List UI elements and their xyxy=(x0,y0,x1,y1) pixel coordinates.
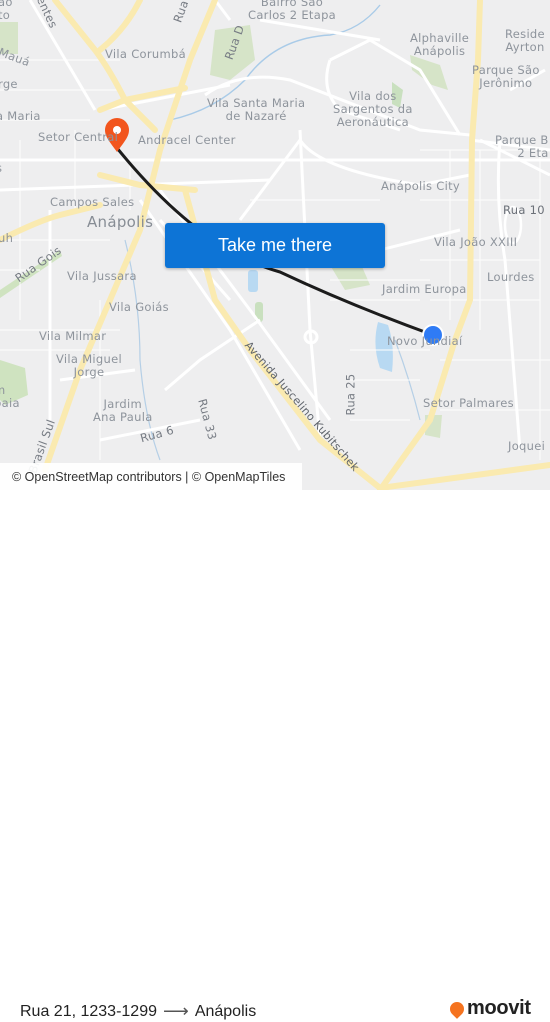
label-rua-10: Rua 10 xyxy=(503,203,545,217)
brand-name: moovit xyxy=(467,997,531,1019)
label-campos-sales: Campos Sales xyxy=(50,195,135,209)
moovit-logo[interactable]: moovit xyxy=(447,997,531,1020)
label-vila-santa-maria-nazare: Vila Santa Maria de Nazaré xyxy=(207,96,306,123)
label-vila-goias: Vila Goiás xyxy=(109,300,169,314)
pond xyxy=(248,270,258,292)
label-jardim-europa: Jardim Europa xyxy=(382,282,467,296)
origin-label: Rua 21, 1233-1299 xyxy=(20,1002,157,1020)
label-andracel-center: Andracel Center xyxy=(138,133,236,147)
label-anapolis-city: Anápolis City xyxy=(381,179,461,193)
street-rua-25: Rua 25 xyxy=(343,373,358,416)
label-setor-palmares: Setor Palmares xyxy=(423,396,514,410)
label-novo-jundiai: Novo Jundiaí xyxy=(387,334,463,348)
label-m-baia: mbaia xyxy=(0,384,20,410)
label-alphaville: Alphaville Anápolis xyxy=(410,31,470,58)
label-vila-milmar: Vila Milmar xyxy=(39,329,107,343)
label-vila-corumba: Vila Corumbá xyxy=(105,47,186,61)
label-residencial-ayrton: Reside Ayrton xyxy=(505,27,545,54)
arrow-right-icon: ⟶ xyxy=(163,1001,189,1021)
label-vila-jussara: Vila Jussara xyxy=(67,269,137,283)
label-vila-sargentos: Vila dos Sargentos da Aeronáutica xyxy=(333,89,413,129)
label-uh: uh xyxy=(0,231,14,245)
label-jardim-ana-paula: Jardim Ana Paula xyxy=(93,397,153,424)
take-me-there-button[interactable]: Take me there xyxy=(165,223,385,268)
label-bairro-sao-carlos: Bairro São Carlos 2 Etapa xyxy=(248,0,337,22)
label-joquei: Joquei xyxy=(508,439,546,453)
route-summary: Rua 21, 1233-1299 ⟶ Anápolis xyxy=(20,1001,256,1022)
label-setor-central: Setor Central xyxy=(38,130,119,144)
label-ao-to: ão to xyxy=(0,0,13,22)
label-lourdes: Lourdes xyxy=(487,270,535,284)
moovit-pin-icon xyxy=(447,998,467,1019)
map[interactable]: Bairro São Carlos 2 Etapa Alphaville Anápo… xyxy=(0,0,550,490)
label-parque-b: Parque B2 Eta xyxy=(495,133,549,160)
footer: Rua 21, 1233-1299 ⟶ Anápolis moovit xyxy=(0,490,550,1021)
label-a-maria: a Maria xyxy=(0,109,41,123)
label-vila-joao-xxiii: Vila João XXIII xyxy=(434,235,518,249)
label-vila-miguel-jorge: Vila Miguel Jorge xyxy=(56,352,122,379)
label-parque-sao-jeronimo: Parque São Jerônimo xyxy=(472,63,540,90)
map-attribution[interactable]: © OpenStreetMap contributors | © OpenMap… xyxy=(0,463,302,490)
label-anapolis: Anápolis xyxy=(87,213,154,231)
label-rge: rge xyxy=(0,77,18,91)
label-s: s xyxy=(0,162,2,175)
destination-label: Anápolis xyxy=(194,1002,257,1020)
